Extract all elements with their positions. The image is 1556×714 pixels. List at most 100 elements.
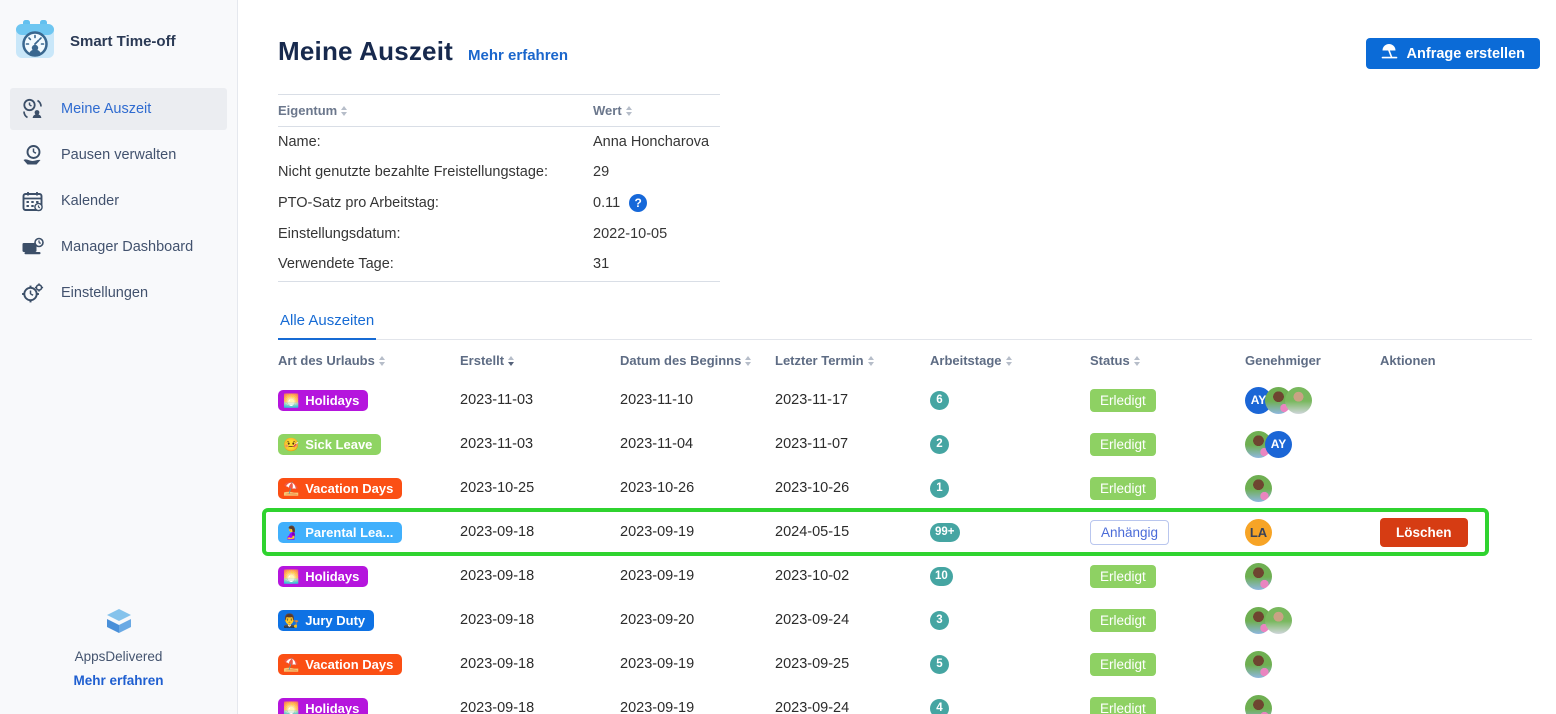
property-label: Nicht genutzte bezahlte Freistellungstag… xyxy=(278,164,593,180)
cell-workdays: 5 xyxy=(930,655,1090,674)
sidebar-footer: AppsDelivered Mehr erfahren xyxy=(0,607,237,714)
sort-icon xyxy=(1006,356,1012,366)
properties-column-wert[interactable]: Wert xyxy=(593,103,720,118)
learn-more-link[interactable]: Mehr erfahren xyxy=(468,47,568,64)
tab-alle-auszeiten[interactable]: Alle Auszeiten xyxy=(278,312,376,340)
cell-workdays: 99+ xyxy=(930,523,1090,542)
calendar-icon xyxy=(18,188,46,214)
approver-avatars xyxy=(1245,563,1380,590)
cell-workdays: 1 xyxy=(930,479,1090,498)
cell-start-date: 2023-10-26 xyxy=(620,480,775,496)
sort-up-arrow xyxy=(341,106,347,110)
sort-icon xyxy=(341,106,347,116)
approver-avatars xyxy=(1245,475,1380,502)
approver-avatars: LA xyxy=(1245,519,1380,546)
properties-table: EigentumWert Name:Anna HoncharovaNicht g… xyxy=(278,94,720,282)
workdays-pill: 6 xyxy=(930,391,949,410)
cell-end-date: 2023-09-24 xyxy=(775,700,930,714)
cell-end-date: 2023-10-26 xyxy=(775,480,930,496)
property-value: 2022-10-05 xyxy=(593,226,720,242)
cell-approvers xyxy=(1245,651,1380,678)
leave-type-badge: ⛱️Vacation Days xyxy=(278,654,402,675)
column-header-art-des-urlaubs[interactable]: Art des Urlaubs xyxy=(278,353,460,368)
leave-type-badge: 🌅Holidays xyxy=(278,390,368,411)
timeoff-table: Art des UrlaubsErstelltDatum des Beginns… xyxy=(278,340,1532,714)
leave-type-label: Sick Leave xyxy=(305,437,372,452)
timeoff-row: 🤰Parental Lea...2023-09-182023-09-192024… xyxy=(278,510,1532,554)
leave-type-badge: 🌅Holidays xyxy=(278,698,368,714)
sidebar-item-manager-dashboard[interactable]: Manager Dashboard xyxy=(10,226,227,268)
approver-photo-avatar xyxy=(1245,475,1272,502)
properties-column-eigentum[interactable]: Eigentum xyxy=(278,103,593,118)
property-label: PTO-Satz pro Arbeitstag: xyxy=(278,195,593,211)
status-badge[interactable]: Anhängig xyxy=(1090,520,1169,545)
column-header-label: Letzter Termin xyxy=(775,353,864,368)
cell-workdays: 2 xyxy=(930,435,1090,454)
delete-button[interactable]: Löschen xyxy=(1380,518,1468,547)
cell-created: 2023-09-18 xyxy=(460,656,620,672)
cell-approvers: AY xyxy=(1245,387,1380,414)
cell-status: Anhängig xyxy=(1090,520,1245,545)
app-root: Smart Time-off Meine AuszeitPausen verwa… xyxy=(0,0,1556,714)
column-header-datum-des-beginns[interactable]: Datum des Beginns xyxy=(620,353,775,368)
approver-avatars xyxy=(1245,651,1380,678)
app-logo-row: Smart Time-off xyxy=(0,0,237,86)
cell-approvers: AY xyxy=(1245,431,1380,458)
cell-end-date: 2023-11-17 xyxy=(775,392,930,408)
dashboard-clock-icon xyxy=(18,234,46,260)
sidebar-item-kalender[interactable]: Kalender xyxy=(10,180,227,222)
appsdelivered-brand: AppsDelivered xyxy=(75,649,163,664)
judge-emoji: 👨‍⚖️ xyxy=(283,614,299,627)
sort-icon xyxy=(745,356,751,366)
cell-status: Erledigt xyxy=(1090,697,1245,714)
sort-up-arrow xyxy=(745,356,751,360)
workdays-pill: 99+ xyxy=(930,523,960,542)
sidebar-item-label: Einstellungen xyxy=(61,285,148,301)
page-header: Meine Auszeit Mehr erfahren xyxy=(278,36,1532,67)
cell-leave-type: 🌅Holidays xyxy=(278,698,460,714)
cell-end-date: 2023-10-02 xyxy=(775,568,930,584)
property-label: Name: xyxy=(278,134,593,150)
property-value-text: 31 xyxy=(593,256,609,272)
sort-icon xyxy=(868,356,874,366)
column-header-letzter-termin[interactable]: Letzter Termin xyxy=(775,353,930,368)
question-mark-icon[interactable]: ? xyxy=(629,194,647,212)
beach-umbrella-emoji: ⛱️ xyxy=(283,482,299,495)
leave-type-badge: 👨‍⚖️Jury Duty xyxy=(278,610,374,631)
property-row: Einstellungsdatum:2022-10-05 xyxy=(278,219,720,249)
cell-start-date: 2023-09-19 xyxy=(620,568,775,584)
workdays-pill: 2 xyxy=(930,435,949,454)
sort-up-arrow xyxy=(508,356,514,360)
sidebar-learn-more-link[interactable]: Mehr erfahren xyxy=(73,673,163,688)
sidebar-nav: Meine AuszeitPausen verwaltenKalenderMan… xyxy=(0,86,237,316)
sidebar-item-pausen-verwalten[interactable]: Pausen verwalten xyxy=(10,134,227,176)
sort-down-arrow xyxy=(868,362,874,366)
column-header-aktionen: Aktionen xyxy=(1380,353,1532,368)
column-header-status[interactable]: Status xyxy=(1090,353,1245,368)
properties-header: EigentumWert xyxy=(278,94,720,127)
column-header-arbeitstage[interactable]: Arbeitstage xyxy=(930,353,1090,368)
person-clock-icon xyxy=(18,96,46,122)
approver-avatars xyxy=(1245,607,1380,634)
timeoff-table-header: Art des UrlaubsErstelltDatum des Beginns… xyxy=(278,340,1532,378)
cell-workdays: 4 xyxy=(930,699,1090,714)
status-badge: Erledigt xyxy=(1090,609,1156,632)
create-request-button[interactable]: Anfrage erstellen xyxy=(1366,38,1540,69)
beach-umbrella-icon xyxy=(1381,44,1398,63)
cell-created: 2023-09-18 xyxy=(460,612,620,628)
cell-approvers xyxy=(1245,695,1380,714)
sidebar-item-meine-auszeit[interactable]: Meine Auszeit xyxy=(10,88,227,130)
cell-created: 2023-09-18 xyxy=(460,524,620,540)
column-header-erstellt[interactable]: Erstellt xyxy=(460,353,620,368)
status-badge: Erledigt xyxy=(1090,389,1156,412)
sidebar-item-einstellungen[interactable]: Einstellungen xyxy=(10,272,227,314)
leave-type-badge: 🌅Holidays xyxy=(278,566,368,587)
cell-created: 2023-11-03 xyxy=(460,436,620,452)
sort-down-arrow xyxy=(379,362,385,366)
approver-photo-avatar xyxy=(1245,695,1272,714)
status-badge: Erledigt xyxy=(1090,697,1156,714)
cell-workdays: 3 xyxy=(930,611,1090,630)
leave-type-label: Holidays xyxy=(305,393,359,408)
sort-icon xyxy=(379,356,385,366)
timeoff-row: 🤒Sick Leave2023-11-032023-11-042023-11-0… xyxy=(278,422,1532,466)
